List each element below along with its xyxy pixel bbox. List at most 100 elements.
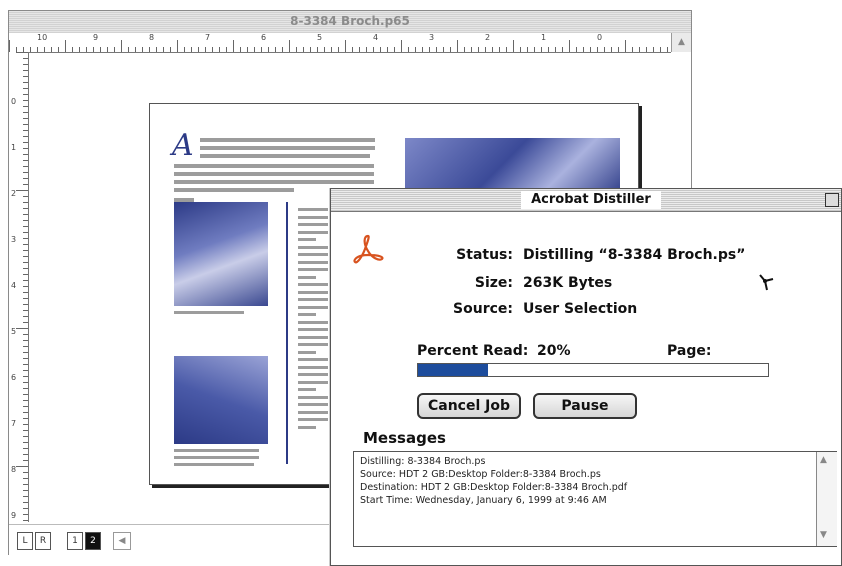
- ruler-tick: [562, 47, 563, 52]
- ruler-tick: [16, 466, 28, 467]
- ruler-tick: [23, 430, 28, 431]
- ruler-tick: [23, 214, 28, 215]
- ruler-tick: [23, 376, 28, 377]
- source-label: Source:: [453, 301, 513, 317]
- messages-log[interactable]: Distilling: 8-3384 Broch.ps Source: HDT …: [353, 451, 837, 547]
- ruler-label: 8: [149, 33, 155, 42]
- page-tab-1[interactable]: 1: [67, 532, 83, 550]
- ruler-tick: [51, 47, 52, 52]
- ruler-tick: [23, 154, 28, 155]
- ruler-tick: [23, 502, 28, 503]
- ruler-tick: [268, 47, 269, 52]
- ruler-tick: [660, 47, 661, 52]
- greeked-text: [298, 403, 328, 406]
- size-value: 263K Bytes: [523, 275, 613, 291]
- ruler-tick: [23, 130, 28, 131]
- ruler-tick: [667, 47, 668, 52]
- vertical-ruler[interactable]: 0 1 2 3 4 5 6 7 8 9: [9, 52, 29, 522]
- ruler-tick: [23, 172, 28, 173]
- ruler-tick: [23, 88, 28, 89]
- busy-cursor-icon: [759, 274, 774, 291]
- ruler-tick: [23, 358, 28, 359]
- ruler-tick: [114, 47, 115, 52]
- ruler-tick: [408, 47, 409, 52]
- ruler-tick: [23, 496, 28, 497]
- ruler-tick: [415, 47, 416, 52]
- greeked-text: [298, 275, 316, 279]
- ruler-tick: [506, 47, 507, 52]
- ruler-tick: [23, 460, 28, 461]
- triangle-left-icon: ◀: [118, 536, 126, 546]
- ruler-tick: [23, 196, 28, 197]
- ruler-tick: [226, 47, 227, 52]
- ruler-tick: [23, 112, 28, 113]
- ruler-tick: [590, 47, 591, 52]
- ruler-tick: [254, 47, 255, 52]
- ruler-tick: [569, 40, 570, 52]
- ruler-tick: [450, 47, 451, 52]
- scroll-up-icon[interactable]: ▲: [820, 455, 827, 465]
- greeked-text: [298, 260, 328, 264]
- scroll-left-arrow[interactable]: ◀: [113, 532, 131, 550]
- page-tab-2[interactable]: 2: [85, 532, 101, 550]
- cancel-job-button[interactable]: Cancel Job: [417, 393, 521, 419]
- scroll-down-icon[interactable]: ▼: [820, 530, 827, 540]
- ruler-tick: [23, 334, 28, 335]
- greeked-text: [298, 335, 328, 339]
- ruler-tick: [534, 47, 535, 52]
- ruler-tick: [23, 472, 28, 473]
- ruler-tick: [177, 40, 178, 52]
- greeked-text: [298, 350, 316, 354]
- ruler-tick: [366, 47, 367, 52]
- ruler-tick: [23, 244, 28, 245]
- message-line: Destination: HDT 2 GB:Desktop Folder:8-3…: [360, 482, 628, 493]
- caption-text: [174, 463, 254, 466]
- ruler-tick: [23, 100, 28, 101]
- message-line: Source: HDT 2 GB:Desktop Folder:8-3384 B…: [360, 469, 601, 480]
- ruler-tick: [205, 47, 206, 52]
- ruler-tick: [625, 40, 626, 52]
- messages-scrollbar[interactable]: ▲ ▼: [816, 452, 837, 546]
- ruler-tick: [30, 47, 31, 52]
- greeked-text: [298, 283, 328, 286]
- greeked-text: [298, 343, 328, 346]
- ruler-tick: [23, 436, 28, 437]
- ruler-tick: [548, 47, 549, 52]
- ruler-tick: [23, 82, 28, 83]
- caption-text: [174, 311, 244, 314]
- greeked-text: [298, 268, 328, 271]
- scroll-up-arrow[interactable]: ▲: [671, 33, 691, 52]
- page-tab-left-master[interactable]: L: [17, 532, 33, 550]
- ruler-tick: [128, 47, 129, 52]
- ruler-tick: [93, 47, 94, 52]
- distiller-title-bar[interactable]: Acrobat Distiller: [331, 189, 841, 212]
- greeked-text: [298, 290, 328, 294]
- ruler-tick: [303, 47, 304, 52]
- progress-bar-fill: [418, 364, 488, 376]
- document-title-bar[interactable]: 8-3384 Broch.p65: [9, 11, 691, 34]
- greeked-text: [298, 298, 328, 301]
- ruler-label: 8: [11, 465, 17, 474]
- ruler-tick: [23, 202, 28, 203]
- zoom-box-icon[interactable]: [825, 193, 839, 207]
- message-line: Start Time: Wednesday, January 6, 1999 a…: [360, 495, 607, 506]
- ruler-tick: [219, 47, 220, 52]
- ruler-label: 5: [317, 33, 323, 42]
- ruler-tick: [23, 178, 28, 179]
- ruler-tick: [359, 47, 360, 52]
- ruler-tick: [23, 424, 28, 425]
- ruler-label: 6: [11, 373, 17, 382]
- ruler-tick: [212, 47, 213, 52]
- ruler-tick: [135, 47, 136, 52]
- ruler-tick: [639, 47, 640, 52]
- ruler-label: 3: [11, 235, 17, 244]
- ruler-tick: [23, 268, 28, 269]
- page-tab-right-master[interactable]: R: [35, 532, 51, 550]
- ruler-label: 7: [205, 33, 211, 42]
- ruler-tick: [352, 47, 353, 52]
- horizontal-ruler[interactable]: 10 9 8 7 6 5 4 3 2 1 0: [9, 33, 671, 53]
- pause-button[interactable]: Pause: [533, 393, 637, 419]
- ruler-tick: [485, 47, 486, 52]
- greeked-text: [298, 358, 328, 361]
- greeked-text: [298, 245, 328, 249]
